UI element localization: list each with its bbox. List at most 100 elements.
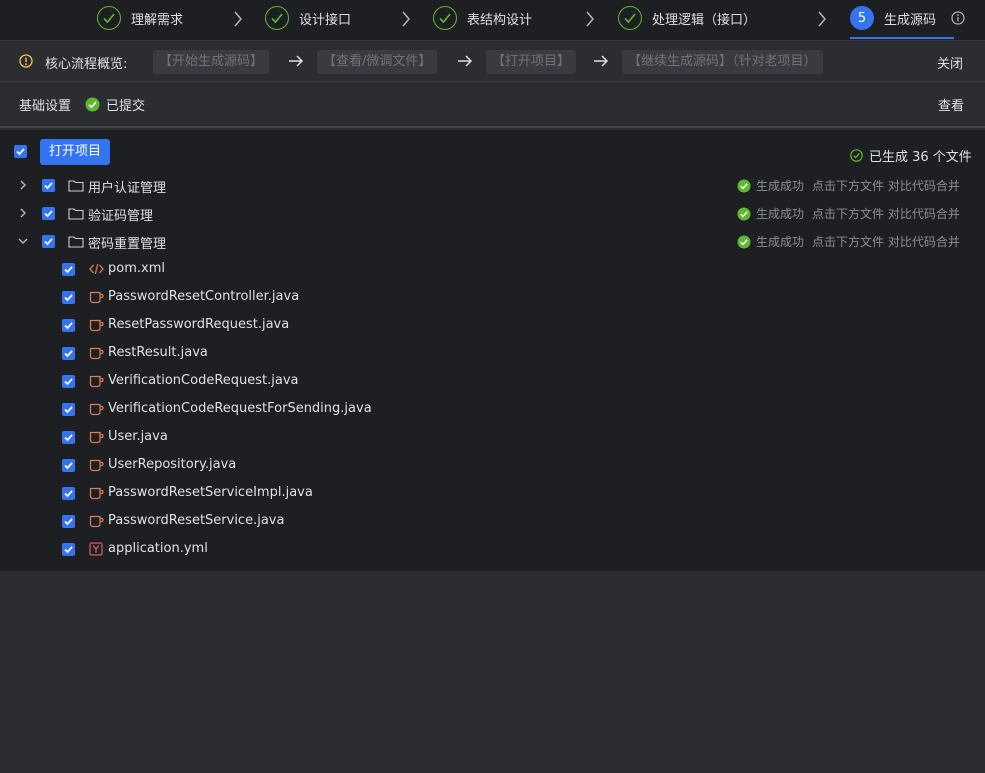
check-circle-icon bbox=[737, 179, 751, 192]
folder-checkbox[interactable] bbox=[42, 179, 55, 192]
step-label: 生成源码 bbox=[884, 12, 937, 28]
java-icon bbox=[89, 319, 104, 332]
tree-file-row[interactable]: RestResult.java bbox=[0, 339, 985, 367]
progress-stepper: 理解需求 设计接口 表结构设计 处理逻辑（接口） 5 生成源码 bbox=[0, 0, 985, 40]
file-checkbox[interactable] bbox=[62, 543, 75, 556]
chevron-right-icon[interactable] bbox=[18, 208, 28, 218]
arrow-right-icon bbox=[594, 55, 609, 67]
tree-file-row[interactable]: PasswordResetService.java bbox=[0, 507, 985, 535]
warning-icon bbox=[19, 54, 33, 68]
folder-name: 验证码管理 bbox=[88, 209, 154, 224]
step-understand-requirements[interactable]: 理解需求 bbox=[97, 5, 183, 31]
file-checkbox[interactable] bbox=[62, 403, 75, 416]
basic-settings-bar: 基础设置 已提交 查看 bbox=[0, 82, 985, 128]
folder-checkbox[interactable] bbox=[42, 207, 55, 220]
check-icon bbox=[97, 6, 121, 30]
tree-file-row[interactable]: User.java bbox=[0, 423, 985, 451]
check-icon bbox=[618, 6, 642, 30]
status-hint: 点击下方文件 对比代码合并 bbox=[812, 235, 960, 249]
tree-file-row[interactable]: PasswordResetServiceImpl.java bbox=[0, 479, 985, 507]
tree-folder-row[interactable]: 验证码管理 生成成功 点击下方文件 对比代码合并 bbox=[0, 199, 985, 227]
status-label: 已提交 bbox=[106, 99, 146, 114]
generated-count: 已生成 36 个文件 bbox=[850, 146, 972, 165]
status-label: 生成成功 bbox=[756, 207, 805, 221]
file-checkbox[interactable] bbox=[62, 291, 75, 304]
chevron-right-icon bbox=[586, 11, 594, 27]
step-label: 理解需求 bbox=[131, 12, 184, 28]
step-processing-logic[interactable]: 处理逻辑（接口） bbox=[618, 5, 756, 31]
check-circle-icon bbox=[85, 97, 100, 112]
chevron-down-icon[interactable] bbox=[18, 236, 28, 246]
file-name: VerificationCodeRequest.java bbox=[108, 373, 299, 388]
file-name: RestResult.java bbox=[108, 345, 208, 360]
file-checkbox[interactable] bbox=[62, 431, 75, 444]
java-icon bbox=[89, 515, 104, 528]
file-checkbox[interactable] bbox=[62, 263, 75, 276]
java-icon bbox=[89, 375, 104, 388]
tree-file-row[interactable]: ResetPasswordRequest.java bbox=[0, 311, 985, 339]
file-name: PasswordResetController.java bbox=[108, 289, 300, 304]
xml-icon bbox=[89, 263, 104, 275]
folder-status: 生成成功 点击下方文件 对比代码合并 bbox=[737, 205, 960, 222]
tree-file-row[interactable]: pom.xml bbox=[0, 255, 985, 283]
tree-file-row[interactable]: PasswordResetController.java bbox=[0, 283, 985, 311]
active-step-indicator bbox=[850, 37, 954, 39]
step-generate-source[interactable]: 5 生成源码 bbox=[850, 5, 936, 31]
tree-file-row[interactable]: UserRepository.java bbox=[0, 451, 985, 479]
tree-file-row[interactable]: VerificationCodeRequest.java bbox=[0, 367, 985, 395]
arrow-right-icon bbox=[289, 55, 304, 67]
file-checkbox[interactable] bbox=[62, 487, 75, 500]
yaml-icon bbox=[89, 542, 103, 556]
java-icon bbox=[89, 403, 104, 416]
basic-settings-title: 基础设置 bbox=[19, 99, 72, 114]
check-icon bbox=[265, 6, 289, 30]
file-tree-panel: 打开项目 已生成 36 个文件 用户认证管理 生成成功 点击下方文件 对比代码合… bbox=[0, 130, 985, 571]
step-label: 处理逻辑（接口） bbox=[652, 12, 757, 28]
java-icon bbox=[89, 459, 104, 472]
file-checkbox[interactable] bbox=[62, 347, 75, 360]
folder-checkbox[interactable] bbox=[42, 235, 55, 248]
chevron-right-icon[interactable] bbox=[18, 180, 28, 190]
submitted-status: 已提交 bbox=[85, 95, 145, 114]
step-design-interface[interactable]: 设计接口 bbox=[265, 5, 351, 31]
file-name: UserRepository.java bbox=[108, 457, 237, 472]
overview-title: 核心流程概览: bbox=[45, 57, 128, 72]
step-table-design[interactable]: 表结构设计 bbox=[433, 5, 532, 31]
status-label: 生成成功 bbox=[756, 235, 805, 249]
tree-file-row[interactable]: VerificationCodeRequestForSending.java bbox=[0, 395, 985, 423]
file-checkbox[interactable] bbox=[62, 459, 75, 472]
java-icon bbox=[89, 487, 104, 500]
check-circle-icon bbox=[850, 149, 863, 162]
step-label: 表结构设计 bbox=[467, 12, 533, 28]
folder-name: 密码重置管理 bbox=[88, 237, 167, 252]
status-hint: 点击下方文件 对比代码合并 bbox=[812, 179, 960, 193]
info-icon[interactable] bbox=[951, 11, 965, 25]
file-name: application.yml bbox=[108, 541, 208, 556]
generated-count-label: 已生成 36 个文件 bbox=[869, 150, 972, 165]
select-all-checkbox[interactable] bbox=[14, 145, 27, 158]
check-icon bbox=[433, 6, 457, 30]
file-checkbox[interactable] bbox=[62, 319, 75, 332]
chevron-right-icon bbox=[402, 11, 410, 27]
file-name: User.java bbox=[108, 429, 168, 444]
java-icon bbox=[89, 431, 104, 444]
view-button[interactable]: 查看 bbox=[938, 95, 964, 114]
flow-chip-view: 【查看/微调文件】 bbox=[317, 50, 438, 74]
file-name: ResetPasswordRequest.java bbox=[108, 317, 290, 332]
tree-folder-row[interactable]: 用户认证管理 生成成功 点击下方文件 对比代码合并 bbox=[0, 171, 985, 199]
java-icon bbox=[89, 291, 104, 304]
file-name: PasswordResetService.java bbox=[108, 513, 285, 528]
tree-file-row[interactable]: application.yml bbox=[0, 535, 985, 563]
chevron-right-icon bbox=[818, 11, 826, 27]
tree-folder-row[interactable]: 密码重置管理 生成成功 点击下方文件 对比代码合并 bbox=[0, 227, 985, 255]
file-checkbox[interactable] bbox=[62, 375, 75, 388]
file-checkbox[interactable] bbox=[62, 515, 75, 528]
file-name: VerificationCodeRequestForSending.java bbox=[108, 401, 372, 416]
flow-chip-open: 【打开项目】 bbox=[486, 50, 577, 74]
flow-chip-start: 【开始生成源码】 bbox=[153, 50, 270, 74]
close-button[interactable]: 关闭 bbox=[937, 53, 963, 72]
chevron-right-icon bbox=[234, 11, 242, 27]
folder-icon bbox=[68, 180, 84, 192]
status-hint: 点击下方文件 对比代码合并 bbox=[812, 207, 960, 221]
open-project-button[interactable]: 打开项目 bbox=[40, 139, 111, 165]
